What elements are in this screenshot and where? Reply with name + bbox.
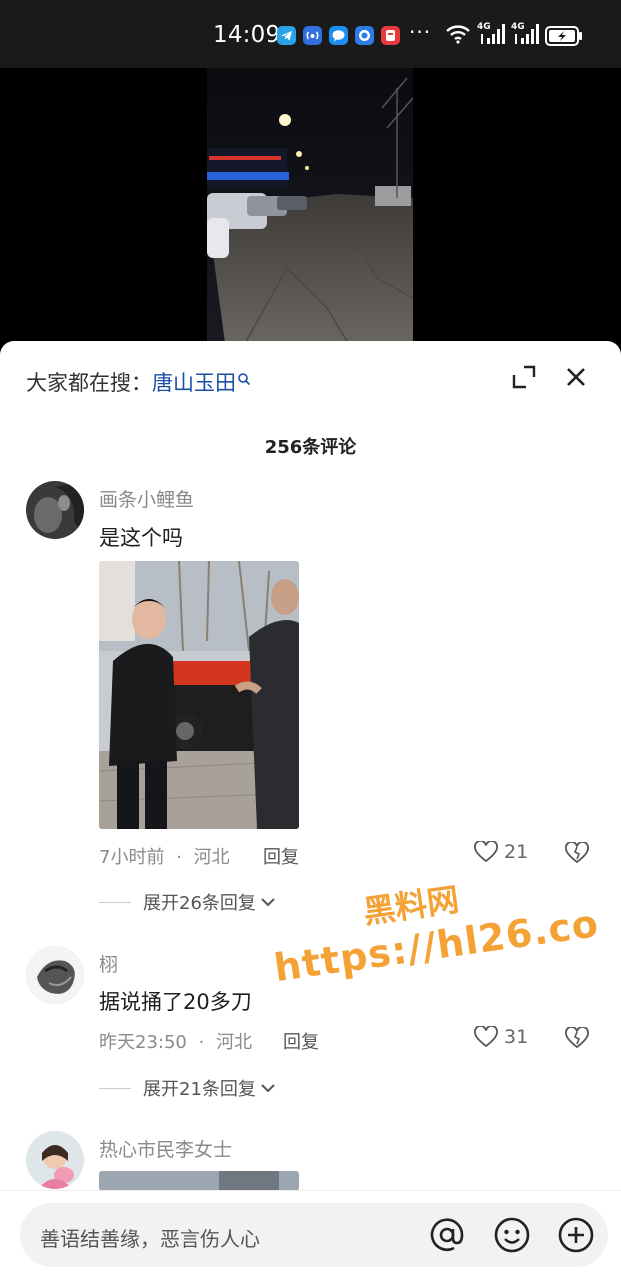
message-bubble-icon bbox=[329, 26, 348, 45]
comment-meta: 昨天23:50 · 河北 bbox=[99, 1028, 252, 1054]
comment-count-title: 256条评论 bbox=[264, 437, 357, 458]
expand-replies-label: 展开26条回复 bbox=[143, 893, 256, 914]
reply-button[interactable]: 回复 bbox=[263, 843, 299, 869]
comment-image[interactable] bbox=[99, 561, 299, 829]
reply-button[interactable]: 回复 bbox=[283, 1028, 319, 1054]
heart-icon bbox=[474, 1026, 498, 1048]
meta-separator: · bbox=[198, 1032, 205, 1053]
comment-meta: 7小时前 · 河北 bbox=[99, 843, 230, 869]
like-button[interactable]: 21 bbox=[474, 841, 528, 863]
expand-sheet-icon[interactable] bbox=[510, 363, 538, 391]
expand-replies-label: 展开21条回复 bbox=[143, 1079, 256, 1100]
app-bird-icon bbox=[355, 26, 374, 45]
mention-at-icon[interactable] bbox=[428, 1216, 466, 1254]
comment-input-placeholder[interactable]: 善语结善缘，恶言伤人心 bbox=[40, 1223, 260, 1252]
watermark-url: https://hl26.co bbox=[271, 901, 602, 991]
broadcast-icon bbox=[303, 26, 322, 45]
comment-username[interactable]: 热心市民李女士 bbox=[99, 1135, 232, 1162]
comment-input[interactable]: 善语结善缘，恶言伤人心 bbox=[20, 1203, 608, 1267]
divider-line bbox=[99, 1087, 131, 1089]
red-app-icon bbox=[381, 26, 400, 45]
video-area[interactable] bbox=[0, 68, 621, 358]
expand-replies-button[interactable]: 展开26条回复 bbox=[99, 889, 276, 915]
search-suggestion: 大家都在搜：唐山玉田 bbox=[26, 367, 251, 397]
status-bar: 14:09 ··· 4G 4G bbox=[0, 0, 621, 68]
comment-image[interactable] bbox=[99, 1171, 299, 1191]
status-time: 14:09 bbox=[213, 22, 281, 48]
comment-location: 河北 bbox=[216, 1032, 253, 1053]
night-street-video-frame bbox=[207, 68, 413, 358]
search-icon bbox=[237, 367, 251, 391]
overflow-dots: ··· bbox=[409, 20, 432, 44]
comment-username[interactable]: 栩 bbox=[99, 950, 118, 977]
comment-text: 据说捅了20多刀 bbox=[99, 990, 252, 1014]
like-count: 21 bbox=[504, 841, 529, 863]
watermark-title: 黑料网 bbox=[360, 880, 462, 932]
comment-sheet: 大家都在搜：唐山玉田 256条评论 画条小鲤鱼 是这个吗 7小时前 · 河北 回… bbox=[0, 341, 621, 1280]
telegram-icon bbox=[277, 26, 296, 45]
comment-time: 昨天23:50 bbox=[99, 1032, 187, 1053]
wifi-icon bbox=[445, 24, 471, 48]
like-button[interactable]: 31 bbox=[474, 1026, 528, 1048]
chevron-down-icon bbox=[260, 892, 276, 913]
avatar[interactable] bbox=[26, 1131, 84, 1189]
avatar[interactable] bbox=[26, 481, 84, 539]
dislike-broken-heart-icon[interactable] bbox=[565, 1027, 589, 1049]
comment-username[interactable]: 画条小鲤鱼 bbox=[99, 485, 194, 512]
signal-icon-2: 4G bbox=[511, 22, 541, 46]
avatar[interactable] bbox=[26, 946, 84, 1004]
comment-text: 是这个吗 bbox=[99, 526, 183, 550]
search-query-link[interactable]: 唐山玉田 bbox=[152, 371, 236, 395]
emoji-icon[interactable] bbox=[493, 1216, 531, 1254]
chevron-down-icon bbox=[260, 1078, 276, 1099]
dislike-broken-heart-icon[interactable] bbox=[565, 842, 589, 864]
add-plus-icon[interactable] bbox=[557, 1216, 595, 1254]
like-count: 31 bbox=[504, 1026, 529, 1048]
battery-charging-icon bbox=[545, 26, 583, 46]
video-player[interactable] bbox=[207, 68, 413, 358]
divider-line bbox=[99, 901, 131, 903]
watermark: 黑料网 https://hl26.co bbox=[265, 855, 602, 991]
expand-replies-button[interactable]: 展开21条回复 bbox=[99, 1075, 276, 1101]
meta-separator: · bbox=[176, 847, 182, 868]
comment-time: 7小时前 bbox=[99, 847, 165, 868]
comment-input-bar: 善语结善缘，恶言伤人心 bbox=[0, 1190, 621, 1280]
heart-icon bbox=[474, 841, 498, 863]
search-prefix: 大家都在搜： bbox=[26, 371, 152, 395]
close-icon[interactable] bbox=[562, 363, 590, 391]
comment-location: 河北 bbox=[193, 847, 230, 868]
signal-icon-1: 4G bbox=[477, 22, 507, 46]
